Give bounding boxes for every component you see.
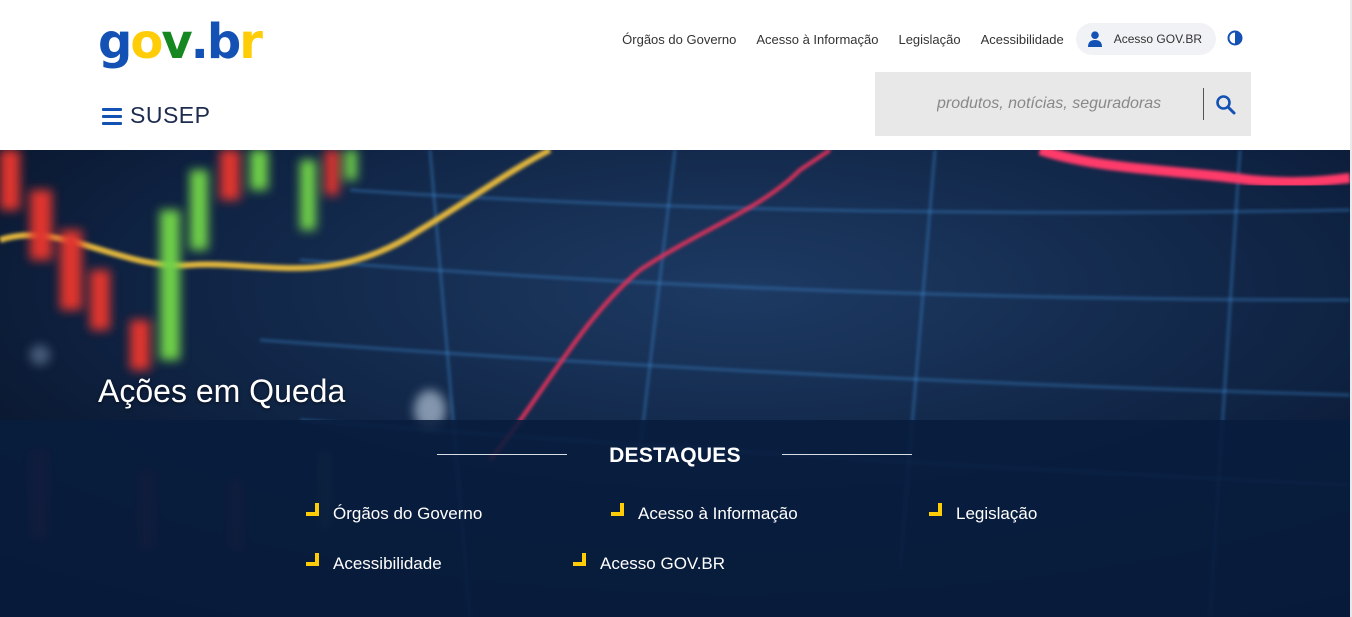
- corner-marker-icon: [610, 503, 624, 517]
- top-link-acesso-informacao[interactable]: Acesso à Informação: [756, 32, 878, 47]
- site-name: SUSEP: [130, 102, 211, 128]
- search-divider: [1203, 88, 1204, 120]
- logo-letter-b: b: [206, 14, 241, 70]
- destaques-title: DESTAQUES: [609, 444, 741, 467]
- login-label: Acesso GOV.BR: [1113, 32, 1202, 46]
- destaque-label: Órgãos do Governo: [333, 504, 483, 523]
- hero-banner: Ações em Queda DESTAQUES Órgãos do Gover…: [0, 150, 1350, 617]
- corner-marker-icon: [572, 553, 586, 567]
- logo-letter-v: v: [161, 14, 192, 70]
- destaque-label: Acessibilidade: [333, 554, 442, 573]
- top-link-legislacao[interactable]: Legislação: [898, 32, 960, 47]
- user-icon: [1087, 31, 1102, 47]
- destaque-label: Acesso à Informação: [638, 504, 798, 523]
- logo-dot: .: [190, 14, 209, 70]
- destaque-label: Acesso GOV.BR: [600, 554, 726, 573]
- corner-marker-icon: [305, 503, 319, 517]
- corner-marker-icon: [928, 503, 942, 517]
- search-box: [875, 72, 1251, 136]
- top-link-acessibilidade[interactable]: Acessibilidade: [981, 32, 1064, 47]
- contrast-icon[interactable]: [1227, 30, 1243, 46]
- govbr-logo[interactable]: g o v . b r: [98, 6, 263, 70]
- destaque-label: Legislação: [956, 504, 1038, 523]
- destaque-link-acesso-govbr[interactable]: Acesso GOV.BR: [572, 553, 726, 574]
- menu-toggle[interactable]: SUSEP: [102, 102, 210, 129]
- corner-marker-icon: [305, 553, 319, 567]
- destaque-link-orgaos[interactable]: Órgãos do Governo: [305, 503, 483, 524]
- destaque-link-legislacao[interactable]: Legislação: [928, 503, 1038, 524]
- logo-letter-r: r: [239, 14, 263, 70]
- destaque-link-acessibilidade[interactable]: Acessibilidade: [305, 553, 442, 574]
- login-govbr-button[interactable]: Acesso GOV.BR: [1075, 23, 1216, 55]
- site-header: g o v . b r Órgãos do Governo Acesso à I…: [0, 0, 1352, 150]
- logo-letter-o: o: [130, 14, 163, 70]
- top-link-orgaos[interactable]: Órgãos do Governo: [622, 32, 736, 47]
- destaque-link-acesso-informacao[interactable]: Acesso à Informação: [610, 503, 798, 524]
- search-input[interactable]: [875, 72, 1203, 136]
- hamburger-icon: [102, 107, 122, 125]
- top-nav: Órgãos do Governo Acesso à Informação Le…: [602, 22, 1216, 56]
- destaques-divider-right: [782, 454, 912, 455]
- logo-letter-g: g: [98, 14, 132, 70]
- hero-title: Ações em Queda: [98, 373, 346, 409]
- search-icon[interactable]: [1215, 94, 1237, 116]
- destaques-section: DESTAQUES Órgãos do Governo Acesso à Inf…: [0, 420, 1350, 617]
